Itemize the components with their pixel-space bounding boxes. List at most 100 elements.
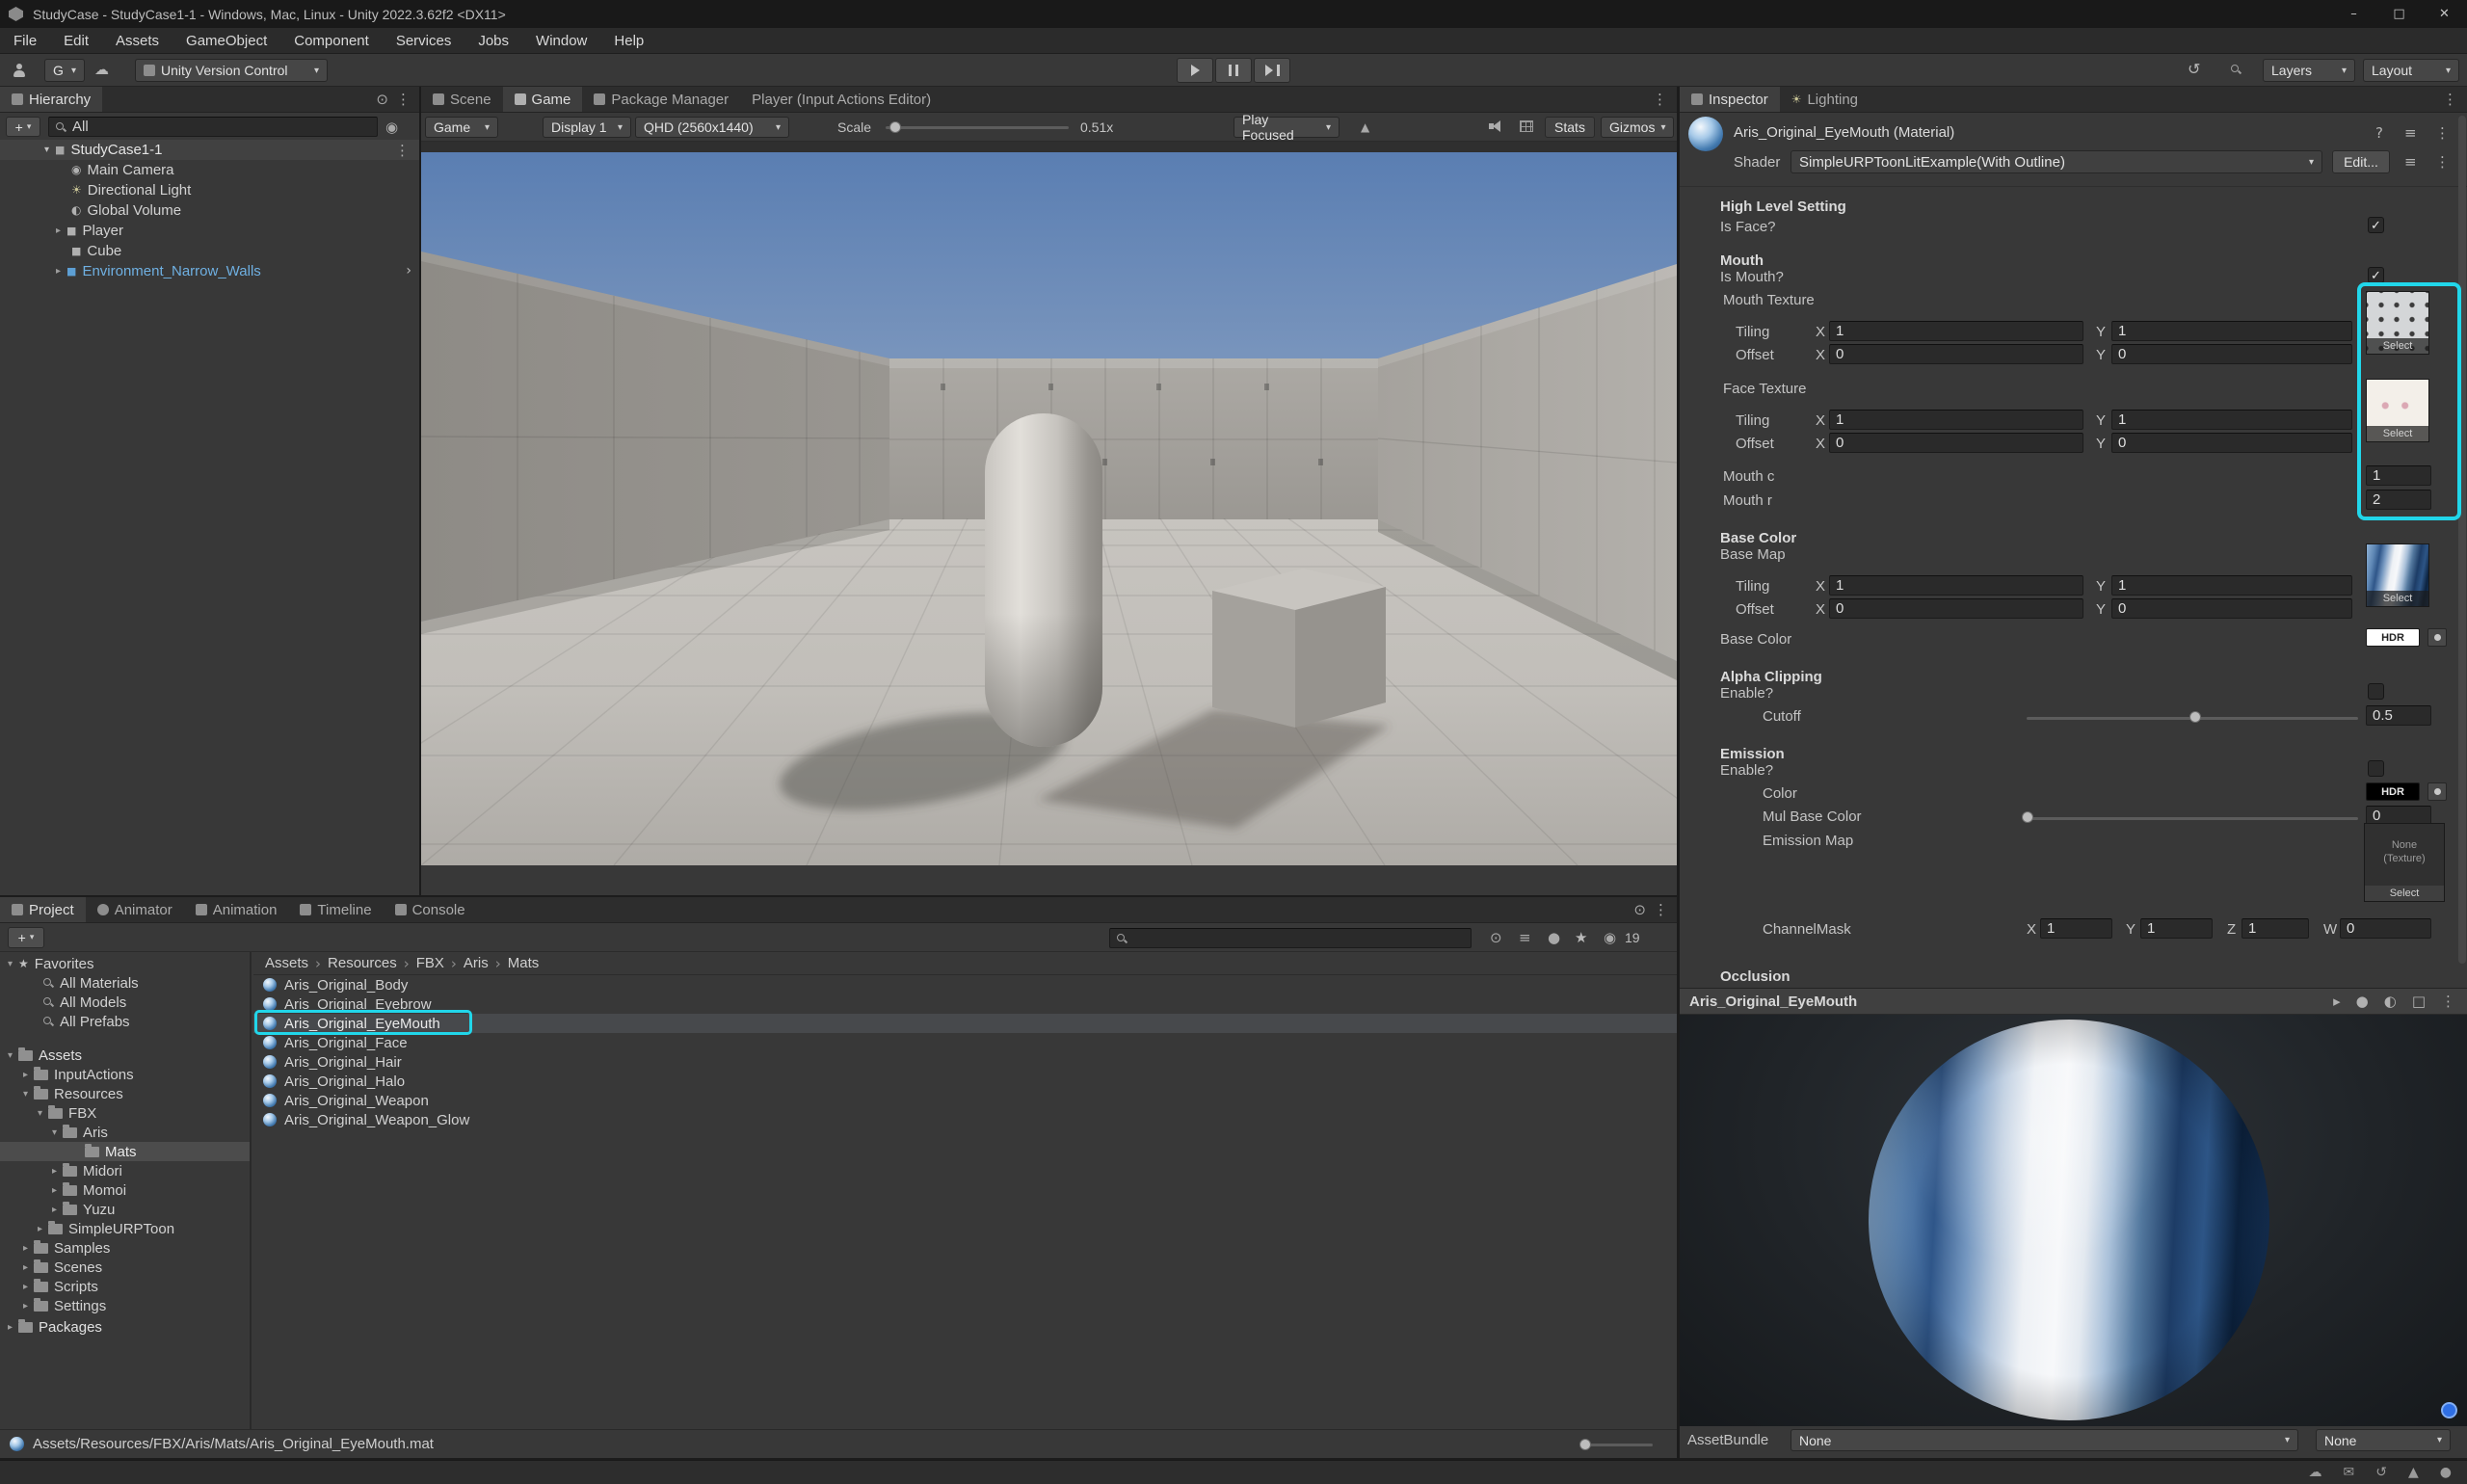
favorites-row[interactable]: ▾ ★ Favorites	[0, 954, 252, 973]
play-focused-dropdown[interactable]: Play Focused ▾	[1234, 117, 1340, 138]
base-offset-y-field[interactable]: 0	[2111, 598, 2352, 619]
mul-base-color-slider[interactable]	[2027, 817, 2358, 820]
chevron-collapsed-icon[interactable]: ▸	[38, 1224, 42, 1234]
account-icon[interactable]	[12, 63, 27, 78]
chevron-collapsed-icon[interactable]: ▸	[56, 266, 61, 277]
face-texture-thumbnail[interactable]: Select	[2366, 379, 2429, 442]
search-icon[interactable]	[2230, 64, 2242, 75]
metrics-icon[interactable]	[1520, 120, 1533, 132]
hidden-packages-icon[interactable]: ◉	[1604, 928, 1616, 947]
chevron-collapsed-icon[interactable]: ▸	[23, 1070, 28, 1080]
project-search-input[interactable]	[1109, 928, 1472, 948]
material-preview-header[interactable]: Aris_Original_EyeMouth ▸ ● ◐ □ ⋮	[1680, 988, 2467, 1015]
game-panel-menu-icon[interactable]: ⋮	[1643, 91, 1677, 108]
resolution-dropdown[interactable]: QHD (2560x1440) ▾	[635, 117, 789, 138]
inspector-scrollbar[interactable]	[2458, 116, 2466, 964]
fullscreen-toggle-icon[interactable]: ▲	[1361, 118, 1369, 137]
menu-item-window[interactable]: Window	[522, 28, 600, 53]
preview-sphere-icon[interactable]: ●	[2356, 993, 2369, 1010]
channel-mask-y-field[interactable]: 1	[2140, 918, 2213, 939]
save-search-icon[interactable]: ●	[1548, 928, 1560, 947]
emission-enable-checkbox[interactable]	[2368, 760, 2384, 777]
menu-item-edit[interactable]: Edit	[50, 28, 102, 53]
cutoff-slider-knob[interactable]	[2189, 711, 2201, 723]
alpha-enable-checkbox[interactable]	[2368, 683, 2384, 700]
chevron-expanded-icon[interactable]: ▾	[52, 1127, 57, 1138]
favorites-star-icon[interactable]: ★	[1575, 928, 1587, 947]
project-options-icon[interactable]: ⊙	[1628, 901, 1652, 918]
favorite-all-materials[interactable]: All Materials	[0, 973, 252, 993]
base-map-select-button[interactable]: Select	[2367, 591, 2428, 606]
help-icon[interactable]: ?	[2375, 123, 2383, 143]
tab-project[interactable]: Project	[0, 897, 86, 922]
tab-timeline[interactable]: Timeline	[288, 897, 383, 922]
step-button[interactable]	[1254, 58, 1290, 83]
menu-item-services[interactable]: Services	[383, 28, 465, 53]
is-mouth-checkbox[interactable]: ✓	[2368, 267, 2384, 283]
tab-scene[interactable]: Scene	[421, 87, 503, 112]
cloud-status-icon[interactable]: ☁	[2309, 1465, 2322, 1480]
play-button[interactable]	[1177, 58, 1213, 83]
mouth-tiling-x-field[interactable]: 1	[1829, 321, 2083, 341]
mouth-offset-y-field[interactable]: 0	[2111, 344, 2352, 364]
chevron-expanded-icon[interactable]: ▾	[23, 1089, 28, 1100]
layers-dropdown[interactable]: Layers ▾	[2263, 59, 2355, 82]
chevron-collapsed-icon[interactable]: ▸	[23, 1243, 28, 1254]
preview-menu-icon[interactable]: ⋮	[2441, 993, 2455, 1010]
scale-slider[interactable]	[886, 126, 1069, 129]
tree-item-midori[interactable]: ▸ Midori	[0, 1161, 252, 1180]
preview-play-icon[interactable]: ▸	[2333, 993, 2341, 1010]
mute-audio-icon[interactable]	[1487, 119, 1502, 133]
mouth-texture-thumbnail[interactable]: Select	[2366, 291, 2429, 355]
base-tiling-x-field[interactable]: 1	[1829, 575, 2083, 596]
hierarchy-options-icon[interactable]: ⊙	[370, 91, 394, 108]
project-menu-icon[interactable]: ⋮	[1652, 901, 1677, 918]
tab-console[interactable]: Console	[384, 897, 477, 922]
menu-item-component[interactable]: Component	[280, 28, 383, 53]
layout-dropdown[interactable]: Layout ▾	[2363, 59, 2459, 82]
file-row-weapon[interactable]: Aris_Original_Weapon	[253, 1091, 1677, 1110]
file-row-body[interactable]: Aris_Original_Body	[253, 975, 1677, 994]
base-tiling-y-field[interactable]: 1	[2111, 575, 2352, 596]
tree-item-aris[interactable]: ▾ Aris	[0, 1123, 252, 1142]
search-by-label-icon[interactable]: ≡	[1519, 928, 1531, 947]
display-dropdown[interactable]: Display 1 ▾	[543, 117, 631, 138]
favorite-all-prefabs[interactable]: All Prefabs	[0, 1012, 252, 1031]
mouth-c-field[interactable]: 1	[2366, 465, 2431, 486]
base-color-picker-icon[interactable]	[2427, 628, 2447, 647]
activity-icon[interactable]: ●	[2440, 1465, 2452, 1480]
hierarchy-add-button[interactable]: + ▾	[6, 117, 40, 137]
chevron-collapsed-icon[interactable]: ▸	[23, 1262, 28, 1273]
tab-inspector[interactable]: Inspector	[1680, 87, 1780, 112]
preview-shape-icon[interactable]: ◐	[2384, 993, 2397, 1010]
chevron-expanded-icon[interactable]: ▾	[8, 1050, 13, 1061]
shader-dropdown[interactable]: SimpleURPToonLitExample(With Outline) ▾	[1791, 150, 2322, 173]
presets-icon[interactable]: ≡	[2404, 123, 2417, 143]
channel-mask-z-field[interactable]: 1	[2242, 918, 2309, 939]
hierarchy-search-input[interactable]: All	[48, 117, 378, 137]
base-map-thumbnail[interactable]: Select	[2366, 543, 2429, 607]
tree-item-samples[interactable]: ▸ Samples	[0, 1238, 252, 1258]
chevron-collapsed-icon[interactable]: ▸	[23, 1282, 28, 1292]
hierarchy-picking-icon[interactable]: ◉	[385, 118, 398, 137]
file-row-face[interactable]: Aris_Original_Face	[253, 1033, 1677, 1052]
file-row-weapon-glow[interactable]: Aris_Original_Weapon_Glow	[253, 1110, 1677, 1129]
chevron-collapsed-icon[interactable]: ▸	[56, 225, 61, 236]
breadcrumb-fbx[interactable]: FBX	[416, 955, 444, 971]
inspector-menu-icon[interactable]: ⋮	[2433, 91, 2467, 108]
base-offset-x-field[interactable]: 0	[1829, 598, 2083, 619]
chevron-collapsed-icon[interactable]: ▸	[52, 1205, 57, 1215]
prefab-open-icon[interactable]: ›	[406, 263, 411, 278]
mouth-tiling-y-field[interactable]: 1	[2111, 321, 2352, 341]
shader-menu-icon[interactable]: ⋮	[2435, 152, 2450, 172]
chevron-collapsed-icon[interactable]: ▸	[8, 1322, 13, 1333]
tree-item-inputactions[interactable]: ▸ InputActions	[0, 1065, 252, 1084]
version-control-dropdown[interactable]: Unity Version Control ▾	[135, 59, 328, 82]
assetbundle-variant-dropdown[interactable]: None ▾	[2316, 1429, 2451, 1451]
cloud-icon[interactable]: ☁	[94, 61, 109, 78]
tab-game[interactable]: Game	[503, 87, 583, 112]
scale-slider-knob[interactable]	[889, 121, 901, 133]
hierarchy-item-player[interactable]: ▸ ■ Player	[0, 221, 419, 240]
tab-animation[interactable]: Animation	[184, 897, 289, 922]
hierarchy-item-environment-narrow-walls[interactable]: ▸ ■ Environment_Narrow_Walls ›	[0, 261, 419, 280]
